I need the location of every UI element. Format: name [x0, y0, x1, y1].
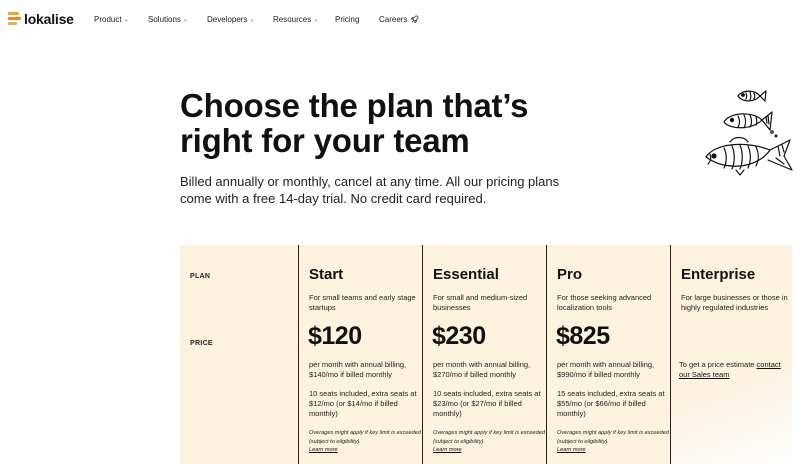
plan-overage-note: Overages might apply if key limit is exc…	[309, 430, 421, 445]
nav-item-careers[interactable]: Careers	[379, 15, 419, 24]
nav-item-label: Careers	[379, 15, 408, 24]
nav-item-label: Solutions	[148, 15, 181, 24]
rocket-icon	[411, 15, 419, 24]
plan-billing: per month with annual billing, $990/mo i…	[557, 360, 655, 379]
chevron-down-icon: ⌄	[182, 17, 188, 23]
nav-item-resources[interactable]: Resources ⌄	[273, 15, 318, 24]
plan-column-enterprise: Enterprise For large businesses or those…	[670, 245, 792, 464]
plan-column-start: Start For small teams and early stage st…	[298, 245, 422, 464]
plan-billing: per month with annual billing, $270/mo i…	[433, 360, 531, 379]
plan-description: For small teams and early stage startups	[309, 293, 416, 312]
page-title-line: Choose the plan that’s	[180, 87, 529, 124]
chevron-down-icon: ⌄	[249, 17, 255, 23]
plan-name: Pro	[557, 266, 583, 283]
plan-seats: 15 seats included, extra seats at $55/mo…	[557, 389, 665, 418]
plan-column-essential: Essential For small and medium-sized bus…	[422, 245, 546, 464]
plan-price: $825	[556, 322, 610, 350]
logo-text: lokalise	[24, 11, 74, 27]
page-title-line: right for your team	[180, 122, 470, 159]
nav-item-product[interactable]: Product ⌄	[94, 15, 129, 24]
learn-more-link[interactable]: Learn more	[557, 447, 586, 453]
nav-item-label: Product	[94, 15, 122, 24]
page-title: Choose the plan that’s right for your te…	[180, 88, 600, 158]
row-labels-column: PLAN PRICE	[180, 245, 298, 464]
pricing-table: PLAN PRICE Start For small teams and ear…	[180, 245, 792, 464]
top-nav: lokalise Product ⌄ Solutions ⌄ Developers ⌄…	[0, 0, 800, 40]
row-label-plan: PLAN	[190, 273, 211, 280]
enterprise-note-text: To get a price estimate	[679, 360, 757, 369]
plan-seats: 10 seats included, extra seats at $12/mo…	[309, 389, 417, 418]
logo-mark-icon	[8, 11, 21, 27]
fish-illustration	[705, 90, 793, 176]
plan-description: For those seeking advanced localization …	[557, 293, 652, 312]
plan-description: For large businesses or those in highly …	[681, 293, 788, 312]
nav-item-solutions[interactable]: Solutions ⌄	[148, 15, 188, 24]
nav-item-pricing[interactable]: Pricing	[335, 15, 359, 24]
learn-more-link[interactable]: Learn more	[309, 447, 338, 453]
plan-overage-note: Overages might apply if key limit is exc…	[557, 430, 669, 445]
page-subtitle-line: Billed annually or monthly, cancel at an…	[180, 174, 560, 189]
chevron-down-icon: ⌄	[313, 17, 319, 23]
plan-price: $120	[308, 322, 362, 350]
enterprise-price-note: To get a price estimate contact our Sale…	[679, 360, 791, 380]
page-subtitle-line: come with a free 14-day trial. No credit…	[180, 191, 487, 206]
nav-item-label: Pricing	[335, 15, 360, 24]
learn-more-link[interactable]: Learn more	[433, 447, 462, 453]
nav-item-label: Developers	[207, 15, 248, 24]
plan-name: Start	[309, 266, 344, 283]
plan-description: For small and medium-sized businesses	[433, 293, 528, 312]
plan-overage-note: Overages might apply if key limit is exc…	[433, 430, 545, 445]
chevron-down-icon: ⌄	[123, 17, 129, 23]
plan-price: $230	[432, 322, 486, 350]
plan-name: Enterprise	[681, 266, 756, 283]
lokalise-logo[interactable]: lokalise	[8, 11, 74, 27]
row-label-price: PRICE	[190, 340, 213, 347]
page-subtitle: Billed annually or monthly, cancel at an…	[180, 173, 620, 207]
plan-name: Essential	[433, 266, 499, 283]
nav-item-developers[interactable]: Developers ⌄	[207, 15, 255, 24]
nav-item-label: Resources	[273, 15, 312, 24]
plan-billing: per month with annual billing, $140/mo i…	[309, 360, 407, 379]
plan-column-pro: Pro For those seeking advanced localizat…	[546, 245, 670, 464]
plan-seats: 10 seats included, extra seats at $23/mo…	[433, 389, 541, 418]
